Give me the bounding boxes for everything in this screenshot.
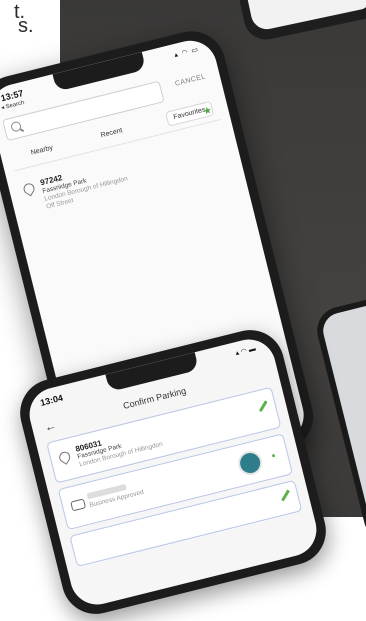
location-pin-icon [57, 449, 73, 465]
approval-badge-icon [235, 448, 265, 478]
confirm-screen: 13:04 ▴ ◠ ▬ ← Confirm Parking 806031 Fas… [23, 333, 323, 611]
background-text-fragment-2: s. [18, 15, 34, 37]
cancel-button[interactable]: CANCEL [174, 73, 206, 87]
edit-pencil-icon[interactable] [281, 489, 290, 502]
tab-nearby[interactable]: Nearby [30, 144, 54, 156]
car-icon [70, 498, 87, 512]
location-pin-icon [21, 181, 37, 197]
search-icon [10, 120, 23, 133]
status-icons: ▴ ◠ ▬ [234, 345, 257, 358]
dropdown-dot-icon[interactable] [271, 453, 276, 458]
status-icons: ▴ ◠ ▭ [173, 46, 200, 60]
status-time: 13:04 [39, 392, 64, 408]
edit-pencil-icon[interactable] [258, 400, 268, 413]
tab-recent[interactable]: Recent [100, 127, 123, 139]
